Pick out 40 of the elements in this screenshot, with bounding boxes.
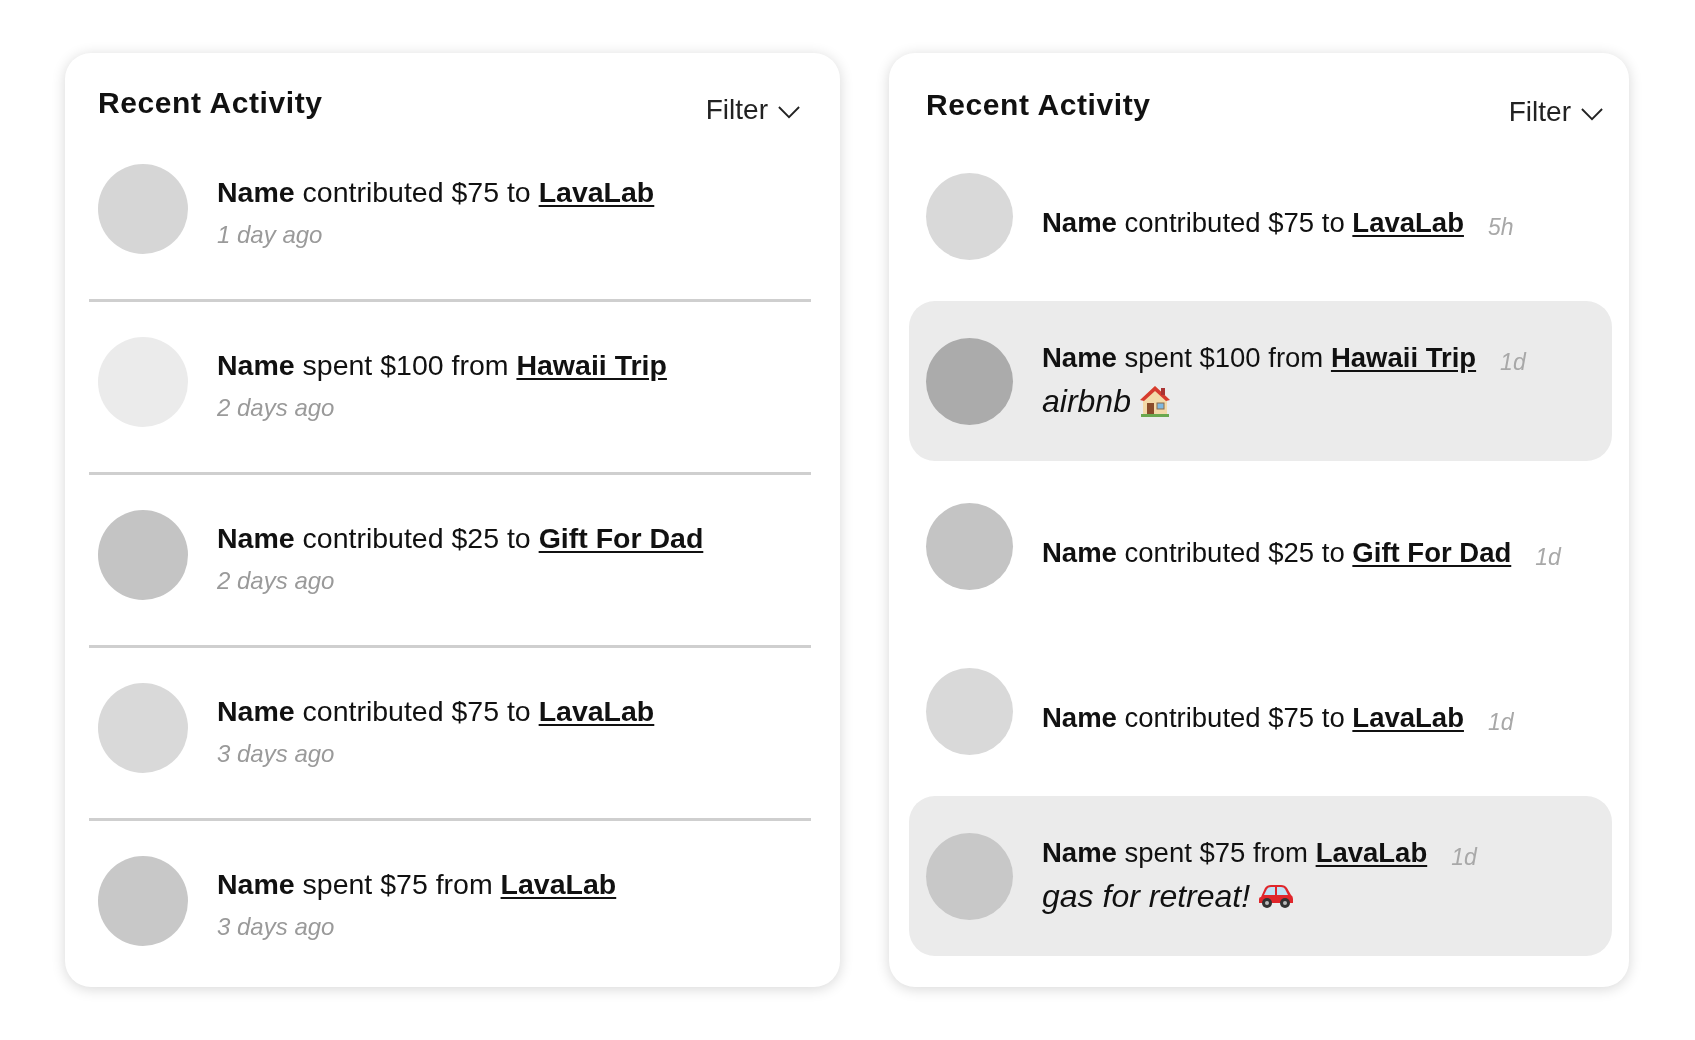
- timestamp: 5h: [1487, 214, 1514, 241]
- caret-icon: [1581, 107, 1603, 121]
- fund-link[interactable]: LavaLab: [538, 175, 655, 208]
- panel-title: Recent Activity: [98, 85, 323, 121]
- fund-link[interactable]: LavaLab: [538, 694, 655, 727]
- timestamp: 1d: [1535, 544, 1561, 571]
- fund-link[interactable]: LavaLab: [1352, 702, 1464, 733]
- fund-link[interactable]: Gift For Dad: [538, 521, 704, 554]
- timestamp: 1 day ago: [217, 219, 323, 250]
- activity-text: Name contributed $25 to Gift For Dad: [1042, 536, 1512, 570]
- fund-link[interactable]: Hawaii Trip: [1330, 342, 1477, 373]
- activity-text: Name spent $100 from Hawaii Trip: [1042, 341, 1477, 375]
- fund-link[interactable]: LavaLab: [1315, 837, 1428, 868]
- activity-text: Name contributed $75 to LavaLab: [1042, 701, 1464, 735]
- activity-text: Name spent $100 from Hawaii Trip: [217, 347, 667, 382]
- timestamp: 2 days ago: [217, 392, 335, 423]
- note-text: gas for retreat!: [1042, 877, 1251, 916]
- fund-link[interactable]: Hawaii Trip: [516, 348, 667, 381]
- timestamp: 1d: [1487, 709, 1514, 736]
- filter-button[interactable]: Filter: [705, 93, 800, 127]
- activity-text: Name contributed $25 to Gift For Dad: [217, 520, 704, 555]
- timestamp: 3 days ago: [217, 911, 335, 942]
- filter-button[interactable]: Filter: [1508, 95, 1603, 129]
- activity-text: Name spent $75 from LavaLab: [1042, 836, 1428, 870]
- fund-link[interactable]: LavaLab: [500, 867, 617, 900]
- timestamp: 3 days ago: [217, 738, 335, 769]
- car-icon: [1258, 883, 1295, 909]
- panel-title: Recent Activity: [926, 87, 1151, 123]
- timestamp: 1d: [1500, 349, 1526, 376]
- caret-icon: [778, 105, 800, 119]
- timestamp: 1d: [1451, 844, 1477, 871]
- note-text: airbnb: [1042, 382, 1131, 421]
- activity-text: Name contributed $75 to LavaLab: [217, 693, 655, 728]
- activity-text: Name spent $75 from LavaLab: [217, 866, 617, 901]
- house-icon: [1138, 385, 1171, 417]
- timestamp: 2 days ago: [217, 565, 335, 596]
- activity-text: Name contributed $75 to LavaLab: [1042, 206, 1464, 240]
- activity-text: Name contributed $75 to LavaLab: [217, 174, 655, 209]
- fund-link[interactable]: Gift For Dad: [1352, 537, 1512, 568]
- fund-link[interactable]: LavaLab: [1352, 207, 1464, 238]
